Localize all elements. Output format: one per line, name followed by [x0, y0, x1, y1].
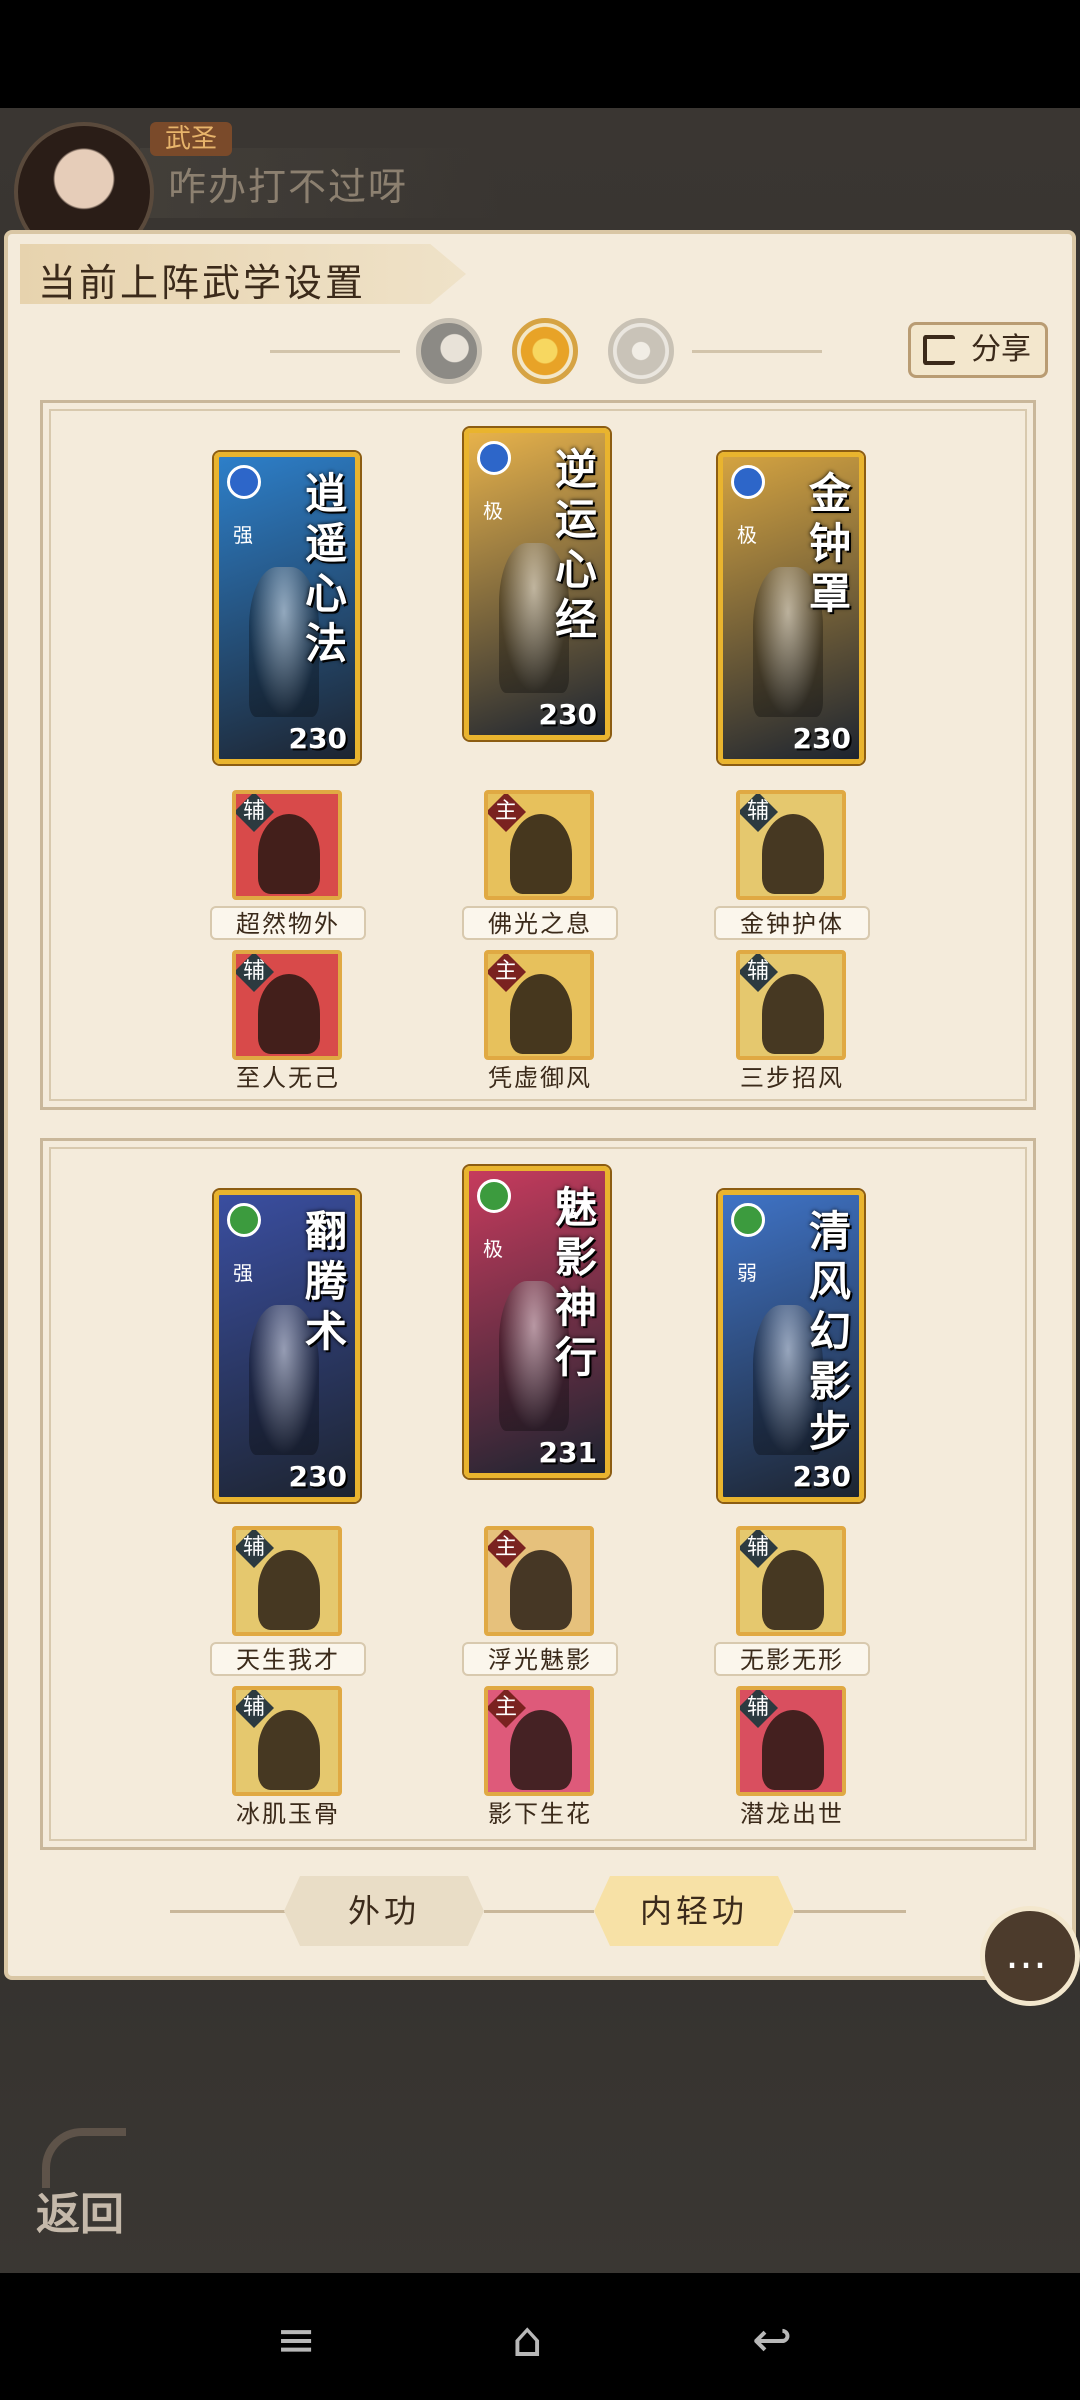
- share-button[interactable]: 分享: [908, 322, 1048, 378]
- card-title: 翻腾术: [304, 1207, 347, 1356]
- skill-silhouette: [258, 814, 320, 894]
- divider-left: [270, 350, 400, 353]
- skill-icon[interactable]: 辅: [232, 950, 342, 1060]
- tier-icon: [731, 465, 765, 499]
- grade-badge: 极: [483, 1237, 503, 1261]
- skill-card[interactable]: 极 逆运心经 230: [464, 428, 610, 740]
- skill-icon[interactable]: 主: [484, 950, 594, 1060]
- back-label: 返回: [36, 2189, 124, 2240]
- card-power: 230: [792, 722, 851, 755]
- skill-silhouette: [510, 1550, 572, 1630]
- skill-label: 凭虚御风: [488, 1064, 592, 1092]
- skill-label: 三步招风: [740, 1064, 844, 1092]
- card-power: 230: [538, 698, 597, 731]
- skill-icon[interactable]: 辅: [232, 790, 342, 900]
- skill-silhouette: [762, 814, 824, 894]
- skill-silhouette: [510, 974, 572, 1054]
- tab-divider-middle: [484, 1910, 594, 1913]
- tier-icon: [227, 1203, 261, 1237]
- tier-icon: [477, 1179, 511, 1213]
- skill-silhouette: [258, 1550, 320, 1630]
- skill-silhouette: [762, 1550, 824, 1630]
- skill-icon[interactable]: 主: [484, 790, 594, 900]
- skill-silhouette: [258, 1710, 320, 1790]
- menu-icon[interactable]: ≡: [276, 2312, 316, 2368]
- skill-card[interactable]: 强 翻腾术 230: [214, 1190, 360, 1502]
- skill-label: 影下生花: [488, 1800, 592, 1828]
- back-button[interactable]: 返回: [30, 2122, 142, 2240]
- grade-badge: 极: [737, 523, 757, 547]
- tier-icon: [477, 441, 511, 475]
- skill-icon[interactable]: 辅: [232, 1686, 342, 1796]
- skill-label: 超然物外: [210, 906, 366, 940]
- card-power: 231: [538, 1436, 597, 1469]
- skill-card[interactable]: 强 逍遥心法 230: [214, 452, 360, 764]
- skill-label: 浮光魅影: [462, 1642, 618, 1676]
- skill-icon[interactable]: 辅: [736, 1526, 846, 1636]
- home-icon[interactable]: ⌂: [512, 2312, 542, 2368]
- tab-external[interactable]: 外功: [284, 1876, 484, 1946]
- skill-card[interactable]: 极 金钟罩 230: [718, 452, 864, 764]
- page-title: 当前上阵武学设置: [38, 261, 367, 305]
- tab-divider-right: [794, 1910, 906, 1913]
- share-label: 分享: [971, 332, 1031, 367]
- skill-icon[interactable]: 辅: [232, 1526, 342, 1636]
- grade-badge: 强: [233, 523, 253, 547]
- grade-badge: 极: [483, 499, 503, 523]
- skill-silhouette: [762, 974, 824, 1054]
- card-title: 逍遥心法: [304, 469, 347, 668]
- skill-label: 佛光之息: [462, 906, 618, 940]
- card-title: 清风幻影步: [808, 1207, 851, 1456]
- mode-moon-button[interactable]: [416, 318, 482, 384]
- skill-label: 金钟护体: [714, 906, 870, 940]
- skill-silhouette: [510, 1710, 572, 1790]
- skill-icon[interactable]: 主: [484, 1686, 594, 1796]
- card-title: 魅影神行: [554, 1183, 597, 1382]
- grade-badge: 强: [233, 1261, 253, 1285]
- back-icon[interactable]: ↩: [752, 2312, 792, 2368]
- skill-label: 冰肌玉骨: [236, 1800, 340, 1828]
- rank-badge: 武圣: [150, 122, 232, 156]
- mode-ring-button[interactable]: [608, 318, 674, 384]
- card-power: 230: [792, 1460, 851, 1493]
- tier-icon: [731, 1203, 765, 1237]
- share-icon: [923, 335, 955, 365]
- tier-icon: [227, 465, 261, 499]
- skill-icon[interactable]: 主: [484, 1526, 594, 1636]
- skill-silhouette: [258, 974, 320, 1054]
- skill-icon[interactable]: 辅: [736, 790, 846, 900]
- tab-divider-left: [170, 1910, 290, 1913]
- card-title: 逆运心经: [554, 445, 597, 644]
- grade-badge: 弱: [737, 1261, 757, 1285]
- card-power: 230: [288, 722, 347, 755]
- card-power: 230: [288, 1460, 347, 1493]
- skill-icon[interactable]: 辅: [736, 1686, 846, 1796]
- skill-silhouette: [762, 1710, 824, 1790]
- skill-label: 天生我才: [210, 1642, 366, 1676]
- mode-sun-button[interactable]: [512, 318, 578, 384]
- skill-label: 潜龙出世: [740, 1800, 844, 1828]
- status-bar: [0, 0, 1080, 108]
- chat-icon[interactable]: [980, 1906, 1080, 2006]
- skill-silhouette: [510, 814, 572, 894]
- tab-internal-light[interactable]: 内轻功: [594, 1876, 794, 1946]
- divider-right: [692, 350, 822, 353]
- skill-label: 无影无形: [714, 1642, 870, 1676]
- header-message: 咋办打不过呀: [168, 165, 409, 209]
- skill-icon[interactable]: 辅: [736, 950, 846, 1060]
- skill-card[interactable]: 极 魅影神行 231: [464, 1166, 610, 1478]
- card-title: 金钟罩: [808, 469, 851, 618]
- skill-label: 至人无己: [236, 1064, 340, 1092]
- skill-card[interactable]: 弱 清风幻影步 230: [718, 1190, 864, 1502]
